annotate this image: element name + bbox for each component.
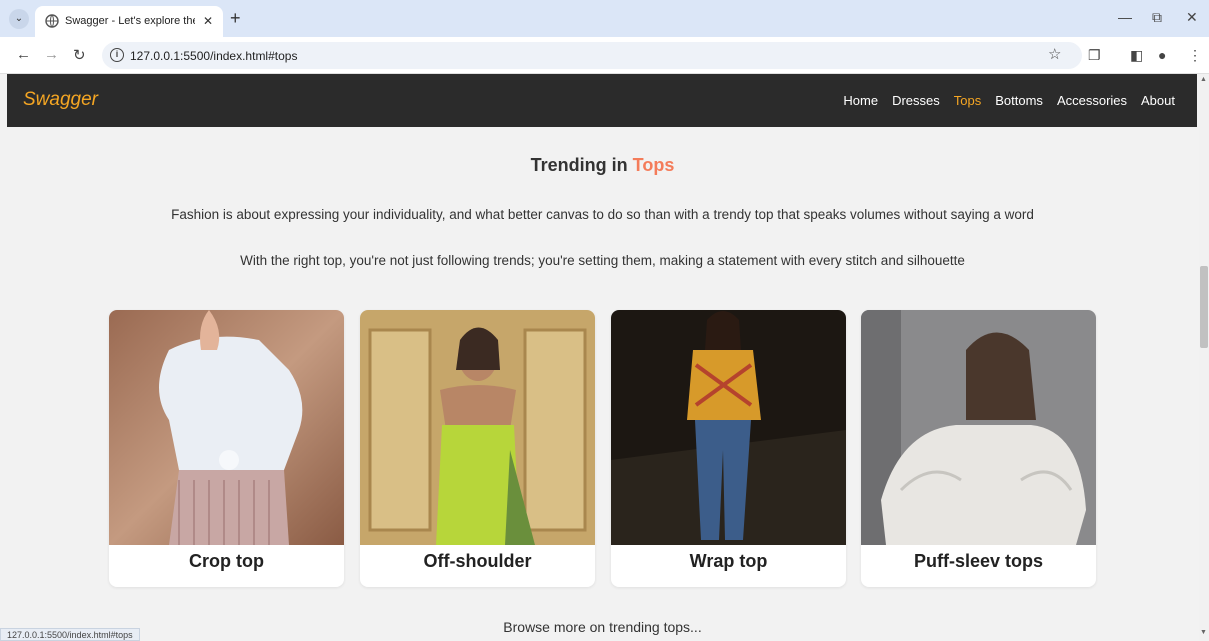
nav-link-home[interactable]: Home: [843, 93, 878, 108]
address-bar[interactable]: i 127.0.0.1:5500/index.html#tops ☆: [102, 42, 1082, 69]
wrap-top-image: [611, 310, 846, 545]
card-label: Puff-sleev tops: [913, 551, 1044, 571]
scroll-down-icon[interactable]: ▼: [1200, 629, 1207, 636]
card-wrap-top[interactable]: Wrap top: [611, 310, 846, 587]
card-puff-sleeve-tops[interactable]: Puff-sleev tops: [861, 310, 1096, 587]
browse-more-link[interactable]: Browse more on trending tops...: [0, 619, 1199, 635]
close-icon[interactable]: ✕: [203, 14, 213, 28]
heading-accent: Tops: [632, 155, 675, 175]
url-text[interactable]: 127.0.0.1:5500/index.html#tops: [130, 49, 297, 63]
info-icon[interactable]: i: [110, 48, 124, 62]
close-window-icon[interactable]: ✕: [1186, 9, 1198, 26]
star-icon[interactable]: ☆: [1048, 45, 1061, 63]
intro-paragraph-2: With the right top, you're not just foll…: [240, 253, 965, 268]
browser-tab-bar: ⌄ Swagger - Let's explore the tre ✕ + — …: [0, 0, 1209, 37]
browser-tab[interactable]: Swagger - Let's explore the tre ✕: [35, 6, 223, 37]
reload-icon[interactable]: ↻: [73, 46, 86, 64]
status-bar-url: 127.0.0.1:5500/index.html#tops: [0, 628, 140, 641]
nav-link-about[interactable]: About: [1141, 93, 1175, 108]
scroll-up-icon[interactable]: ▲: [1200, 76, 1207, 83]
card-label: Wrap top: [689, 551, 768, 571]
crop-top-image: [109, 310, 344, 545]
brand-logo[interactable]: Swagger: [23, 89, 98, 111]
nav-link-accessories[interactable]: Accessories: [1057, 93, 1127, 108]
nav-links: Home Dresses Tops Bottoms Accessories Ab…: [829, 93, 1175, 108]
tab-title: Swagger - Let's explore the tre: [65, 15, 195, 27]
card-off-shoulder[interactable]: Off-shoulder: [360, 310, 595, 587]
browser-toolbar: ← → ↻ i 127.0.0.1:5500/index.html#tops ☆…: [0, 37, 1209, 74]
site-navbar: Swagger Home Dresses Tops Bottoms Access…: [7, 74, 1197, 127]
sidepanel-icon[interactable]: ◧: [1130, 47, 1143, 64]
plus-icon[interactable]: +: [230, 8, 241, 29]
nav-link-bottoms[interactable]: Bottoms: [995, 93, 1043, 108]
globe-icon: [45, 14, 59, 28]
card-label: Crop top: [189, 551, 264, 571]
chevron-down-icon[interactable]: ⌄: [9, 9, 29, 29]
puzzle-icon[interactable]: ❐: [1088, 47, 1101, 64]
kebab-menu-icon[interactable]: ⋮: [1188, 47, 1202, 64]
page-content: Swagger Home Dresses Tops Bottoms Access…: [0, 74, 1199, 641]
card-label: Off-shoulder: [423, 551, 532, 571]
back-arrow-icon[interactable]: ←: [16, 46, 31, 63]
nav-link-dresses[interactable]: Dresses: [892, 93, 940, 108]
card-crop-top[interactable]: Crop top: [109, 310, 344, 587]
heading-prefix: Trending in: [530, 155, 628, 175]
scroll-thumb[interactable]: [1200, 266, 1208, 348]
off-shoulder-image: [360, 310, 595, 545]
puff-sleeve-image: [861, 310, 1096, 545]
restore-icon[interactable]: ⧉: [1152, 9, 1162, 26]
minimize-icon[interactable]: —: [1118, 9, 1132, 25]
page-scrollbar[interactable]: ▲ ▼: [1199, 74, 1209, 641]
section-heading: Trending in Tops: [0, 155, 1199, 176]
nav-link-tops[interactable]: Tops: [954, 93, 981, 108]
intro-paragraph-1: Fashion is about expressing your individ…: [171, 207, 1034, 222]
avatar[interactable]: ●: [1158, 47, 1166, 63]
forward-arrow-icon[interactable]: →: [44, 46, 59, 63]
